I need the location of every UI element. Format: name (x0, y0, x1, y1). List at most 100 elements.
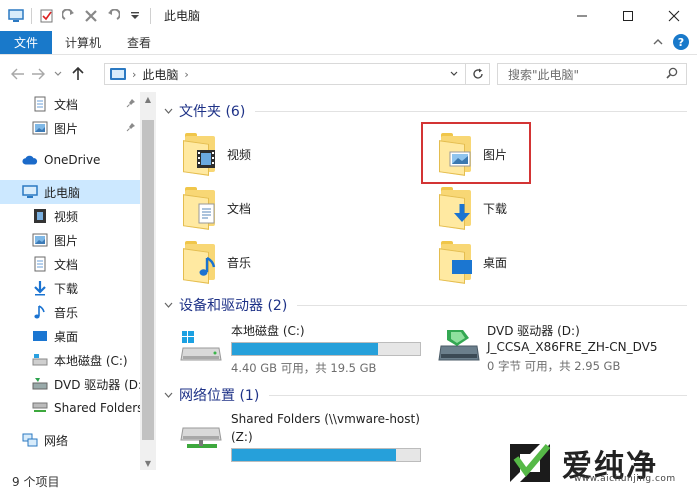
nav-item-label: 下载 (54, 281, 79, 296)
group-divider (269, 394, 687, 396)
maximize-button[interactable] (605, 0, 651, 31)
network-drive-icon (32, 400, 48, 416)
refresh-button[interactable] (465, 64, 489, 84)
chevron-down-icon[interactable] (157, 300, 179, 311)
breadcrumb-chevron-icon[interactable]: › (132, 68, 136, 81)
nav-item-network[interactable]: 网络 (0, 428, 140, 452)
nav-item-music[interactable]: 音乐 (0, 300, 140, 324)
window-controls (559, 0, 697, 31)
up-button[interactable] (68, 63, 88, 85)
minimize-button[interactable] (559, 0, 605, 31)
nav-item-pictures[interactable]: 图片 (0, 228, 140, 252)
videos-folder-icon (181, 132, 219, 176)
breadcrumb-this-pc[interactable]: 此电脑 (142, 66, 178, 83)
search-placeholder: 搜索"此电脑" (508, 67, 580, 82)
folder-music[interactable]: 音乐 (181, 234, 251, 290)
item-count: 9 个项目 (12, 474, 60, 489)
drive-name: 本地磁盘 (C:) (231, 324, 305, 338)
tab-computer[interactable]: 计算机 (52, 31, 114, 54)
address-row: › 此电脑 › 搜索"此电脑" (0, 56, 697, 92)
group-header-folders[interactable]: 文件夹 (6) (157, 100, 693, 122)
help-icon[interactable]: ? (673, 34, 689, 50)
customize-toolbar-icon[interactable] (125, 6, 145, 26)
network-location-shared-folders[interactable]: Shared Folders (\\vmware-host) (Z:) (171, 412, 471, 468)
expand-ribbon-icon[interactable] (653, 35, 663, 49)
drive-capacity-fill (232, 343, 378, 355)
title-bar: 此电脑 (0, 0, 697, 31)
drive-dvd-d[interactable]: DVD 驱动器 (D:) J_CCSA_X86FRE_ZH-CN_DV5 0 字… (427, 322, 693, 378)
nav-item-onedrive[interactable]: OneDrive (0, 148, 140, 172)
address-bar[interactable]: › 此电脑 › (104, 63, 490, 85)
network-drive-icon (180, 427, 222, 448)
nav-item-videos[interactable]: 视频 (0, 204, 140, 228)
group-header-devices[interactable]: 设备和驱动器 (2) (157, 294, 693, 316)
nav-item-label: 图片 (54, 233, 79, 248)
nav-item-documents[interactable]: 文档 (0, 252, 140, 276)
drive-capacity-fill (232, 449, 396, 461)
local-disk-icon (180, 330, 222, 361)
folder-desktop[interactable]: 桌面 (437, 234, 507, 290)
breadcrumb-chevron-icon[interactable]: › (184, 68, 188, 81)
tab-view[interactable]: 查看 (114, 31, 164, 54)
downloads-folder-icon (437, 186, 475, 230)
properties-icon[interactable] (37, 6, 57, 26)
nav-item-pictures-pinned[interactable]: 图片 (0, 116, 140, 140)
chevron-down-icon[interactable] (157, 390, 179, 401)
folder-label: 视频 (227, 147, 252, 162)
group-title: 文件夹 (6) (179, 104, 246, 120)
toolbar-divider (150, 7, 151, 24)
group-divider (255, 110, 687, 112)
drive-subname: (Z:) (231, 430, 253, 444)
search-icon[interactable] (666, 67, 678, 83)
undo-icon[interactable] (103, 6, 123, 26)
nav-item-this-pc[interactable]: 此电脑 (0, 180, 140, 204)
documents-folder-icon (181, 186, 219, 230)
delete-icon[interactable] (81, 6, 101, 26)
nav-item-label: 文档 (54, 257, 79, 272)
nav-item-label: 音乐 (54, 305, 79, 320)
address-history-dropdown[interactable] (445, 64, 463, 84)
nav-item-local-disk-c[interactable]: 本地磁盘 (C:) (0, 348, 140, 372)
drive-local-disk-c[interactable]: 本地磁盘 (C:) 4.40 GB 可用，共 19.5 GB (171, 322, 431, 378)
scroll-down-arrow[interactable]: ▼ (140, 456, 156, 470)
folder-documents[interactable]: 文档 (181, 180, 251, 236)
chevron-down-icon[interactable] (157, 106, 179, 117)
nav-item-label: 本地磁盘 (C:) (54, 353, 128, 368)
documents-icon (32, 96, 48, 112)
search-input[interactable]: 搜索"此电脑" (497, 63, 687, 85)
folder-videos[interactable]: 视频 (181, 126, 251, 182)
nav-item-downloads[interactable]: 下载 (0, 276, 140, 300)
scroll-up-arrow[interactable]: ▲ (140, 92, 156, 106)
drive-name: Shared Folders (\\vmware-host) (231, 412, 420, 426)
close-button[interactable] (651, 0, 697, 31)
pictures-icon (32, 120, 48, 136)
nav-item-desktop[interactable]: 桌面 (0, 324, 140, 348)
tab-file[interactable]: 文件 (0, 31, 53, 54)
navigation-scrollbar[interactable]: ▲ ▼ (140, 92, 156, 470)
drive-subname: J_CCSA_X86FRE_ZH-CN_DV5 (487, 340, 658, 354)
local-disk-icon (32, 352, 48, 368)
nav-item-dvd-drive-d[interactable]: DVD 驱动器 (D: (0, 372, 140, 396)
onedrive-icon (22, 152, 38, 168)
group-header-network[interactable]: 网络位置 (1) (157, 384, 693, 406)
toolbar-divider (31, 7, 32, 24)
watermark: 爱纯净 www.aichunjing.com (500, 434, 697, 492)
scrollbar-thumb[interactable] (142, 120, 154, 440)
back-button[interactable] (8, 63, 28, 85)
watermark-logo (504, 438, 556, 488)
nav-item-shared-folders[interactable]: Shared Folders (0, 396, 140, 420)
drive-capacity-bar (231, 448, 421, 462)
recent-locations-button[interactable] (48, 63, 68, 85)
pin-icon[interactable] (126, 98, 136, 111)
nav-item-label: 图片 (54, 121, 79, 136)
folder-label: 文档 (227, 201, 252, 216)
desktop-icon (32, 328, 48, 344)
redo-icon[interactable] (59, 6, 79, 26)
drive-name: DVD 驱动器 (D:) (487, 324, 580, 338)
highlight-box (421, 122, 531, 184)
forward-button[interactable] (28, 63, 48, 85)
pin-icon[interactable] (126, 122, 136, 135)
folder-label: 桌面 (483, 255, 508, 270)
folder-downloads[interactable]: 下载 (437, 180, 507, 236)
nav-item-documents-pinned[interactable]: 文档 (0, 92, 140, 116)
